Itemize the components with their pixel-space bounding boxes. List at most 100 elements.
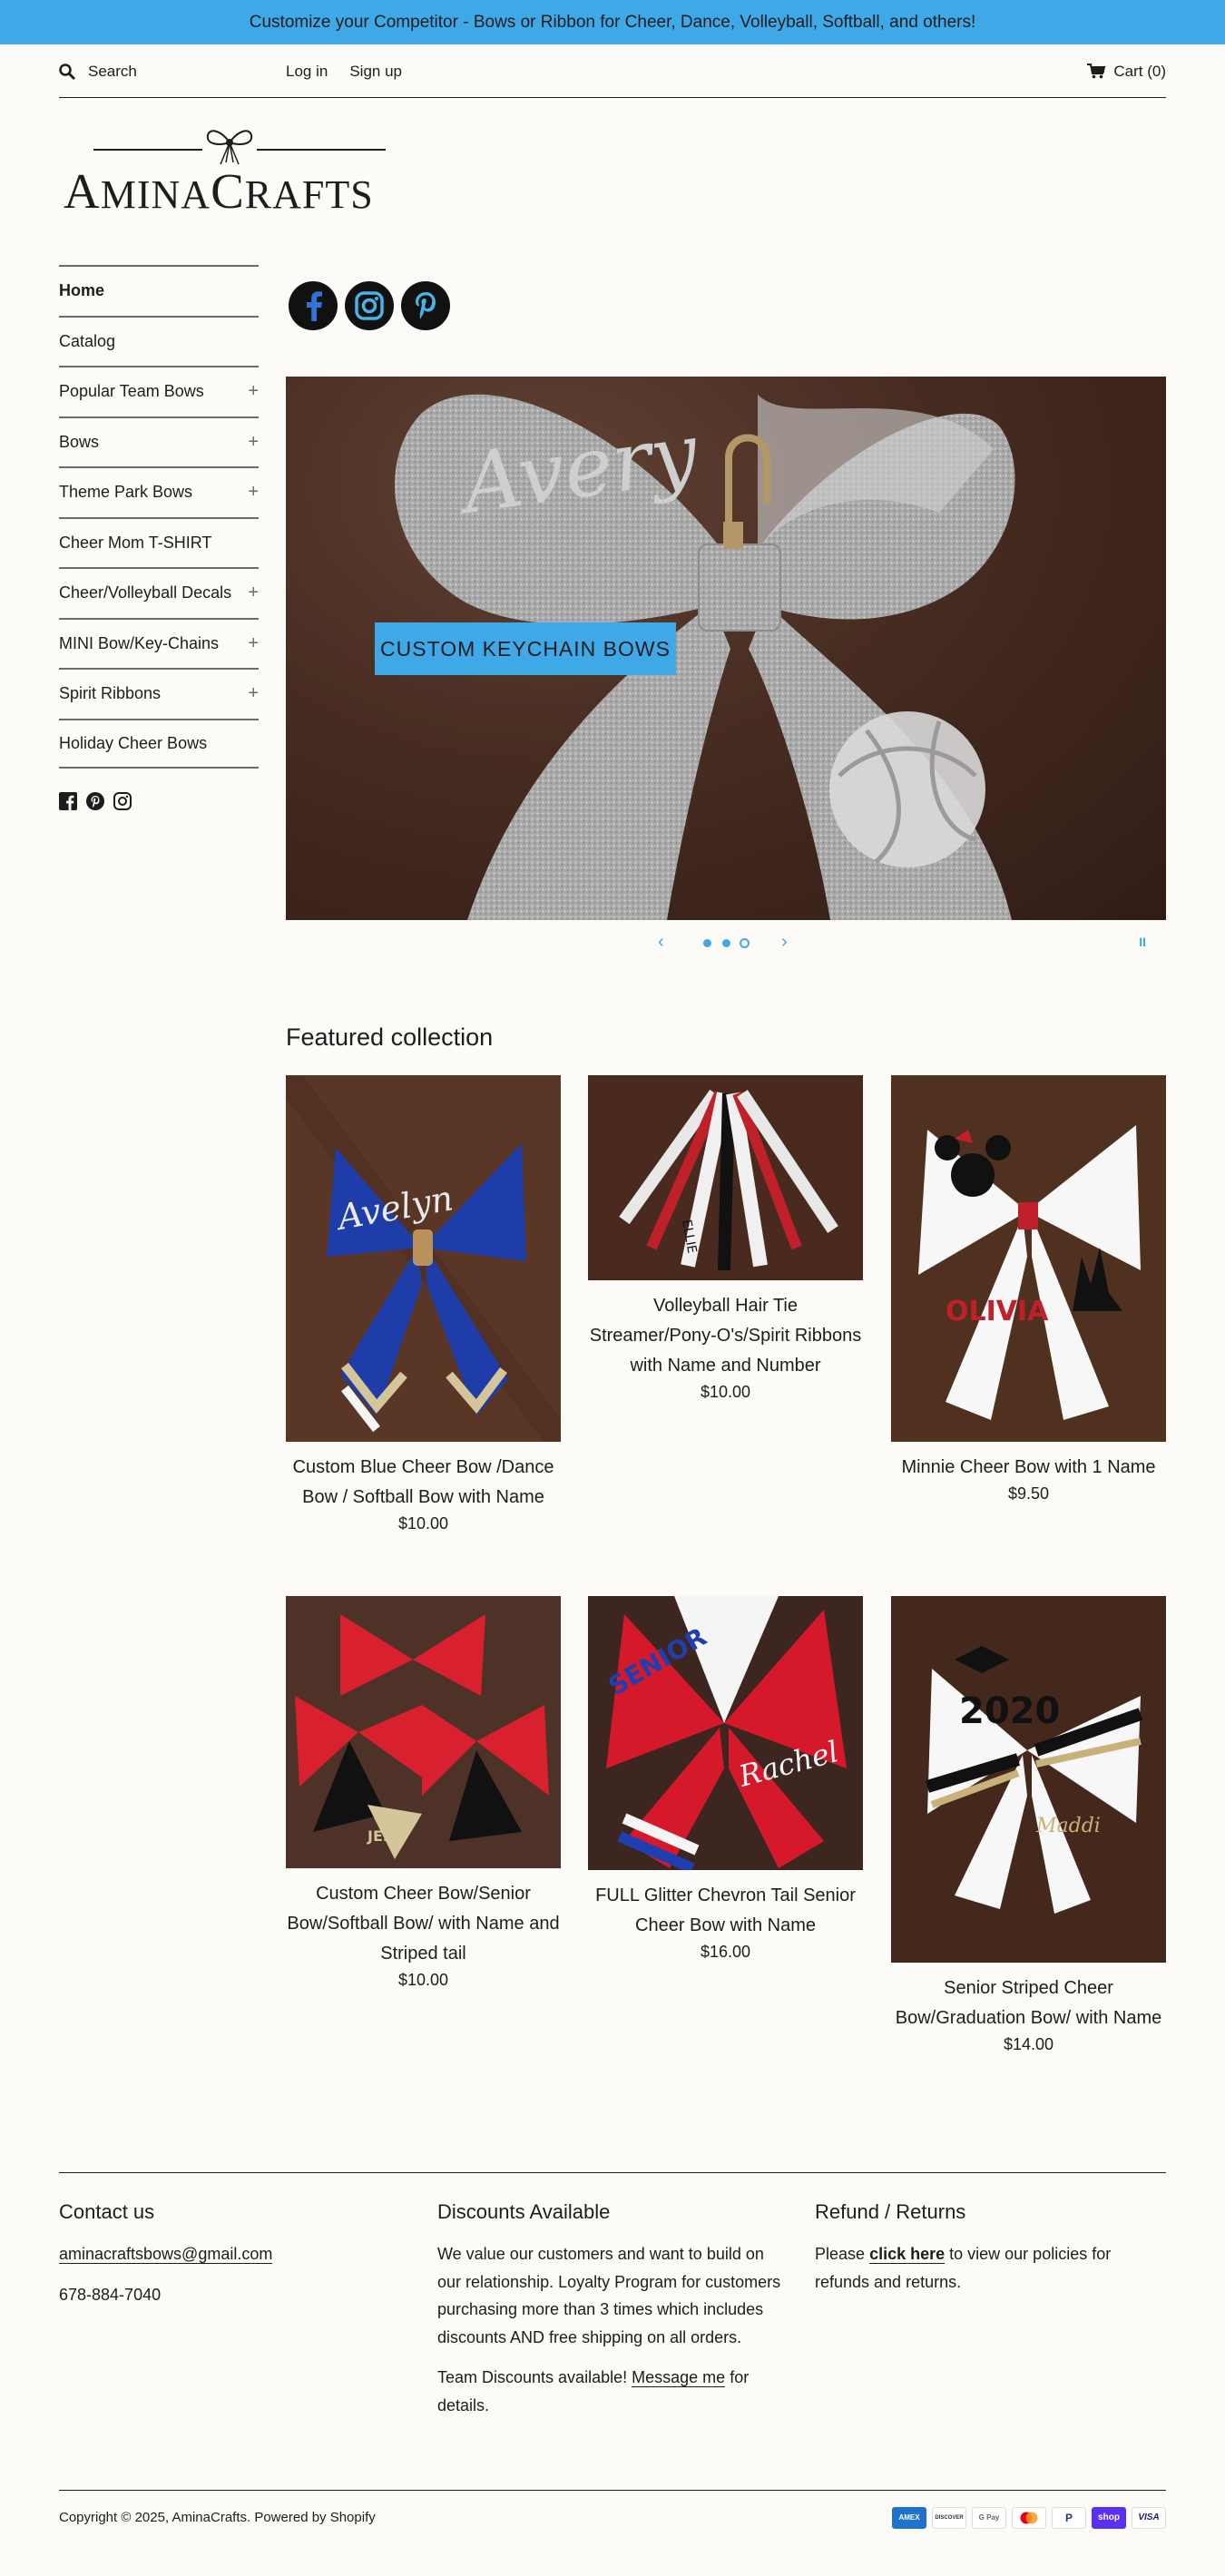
instagram-link[interactable] [345, 281, 394, 330]
product-card[interactable]: 2020 Maddi Senior Striped Cheer Bow/Grad… [891, 1596, 1166, 2054]
sidebar-item-holiday-bows[interactable]: Holiday Cheer Bows [59, 718, 259, 769]
expand-icon[interactable]: + [248, 381, 259, 402]
copyright: Copyright © 2025, AminaCrafts. Powered b… [59, 2510, 376, 2525]
product-name[interactable]: FULL Glitter Chevron Tail Senior Cheer B… [588, 1881, 863, 1941]
product-name[interactable]: Custom Cheer Bow/Senior Bow/Softball Bow… [286, 1879, 561, 1969]
search-input[interactable] [88, 62, 260, 81]
announcement-bar[interactable]: Customize your Competitor - Bows or Ribb… [0, 0, 1225, 44]
pinterest-icon[interactable] [86, 792, 104, 810]
team-discount-text: Team Discounts available! Message me for… [437, 2368, 750, 2414]
sidebar-item-popular-team-bows[interactable]: Popular Team Bows + [59, 366, 259, 416]
sidebar-item-cheer-mom-tshirt[interactable]: Cheer Mom T-SHIRT [59, 516, 259, 568]
sidebar-item-mini-bows[interactable]: MINI Bow/Key-Chains + [59, 617, 259, 669]
cart-label: Cart (0) [1113, 62, 1166, 80]
product-name[interactable]: Senior Striped Cheer Bow/Graduation Bow/… [891, 1974, 1166, 2033]
search-form[interactable] [59, 62, 286, 81]
announcement-text[interactable]: Customize your Competitor - Bows or Ribb… [250, 13, 976, 33]
search-icon[interactable] [59, 63, 75, 80]
pinterest-link[interactable] [401, 281, 450, 330]
pinterest-icon [416, 292, 436, 319]
cart-link[interactable]: Cart (0) [1087, 63, 1166, 81]
product-image[interactable]: Avelyn [286, 1075, 561, 1442]
footer-discounts: Discounts Available We value our custome… [437, 2200, 791, 2419]
product-card[interactable]: OLIVIA Minnie Cheer Bow with 1 Name $9.5… [891, 1075, 1166, 1503]
product-image[interactable]: ELLIE [588, 1075, 863, 1280]
expand-icon[interactable]: + [248, 583, 259, 603]
amex-icon: AMEX [892, 2506, 926, 2529]
product-price: $9.50 [1007, 1484, 1050, 1503]
footer-heading: Contact us [59, 2200, 155, 2223]
product-card[interactable]: SENIOR Rachel FULL Glitter Chevron Tail … [588, 1596, 863, 1962]
product-name[interactable]: Custom Blue Cheer Bow /Dance Bow / Softb… [286, 1453, 561, 1513]
product-price: $10.00 [397, 1971, 449, 1989]
expand-icon[interactable]: + [248, 432, 259, 453]
visa-icon: VISA [1132, 2506, 1166, 2529]
site-logo[interactable]: AMINACRAFTS [59, 122, 404, 222]
email-link[interactable]: aminacraftsbows@gmail.com [59, 2245, 273, 2264]
product-name[interactable]: Minnie Cheer Bow with 1 Name [891, 1453, 1166, 1483]
sidebar-item-bows[interactable]: Bows + [59, 416, 259, 467]
next-slide-button[interactable]: › [781, 932, 788, 953]
expand-icon[interactable]: + [248, 683, 259, 704]
discounts-text: We value our customers and want to build… [437, 2245, 781, 2346]
product-card[interactable]: ELLIE Volleyball Hair Tie Streamer/Pony-… [588, 1075, 863, 1402]
refund-text: Please click here to view our policies f… [815, 2245, 1112, 2291]
sidebar-item-home[interactable]: Home [59, 265, 259, 316]
product-image[interactable]: JELLY [286, 1596, 561, 1868]
facebook-link[interactable] [289, 281, 338, 330]
footer-bottom: Copyright © 2025, AminaCrafts. Powered b… [59, 2490, 1166, 2544]
slider-controls: ‹ › II [286, 930, 1166, 955]
product-image[interactable]: 2020 Maddi [891, 1596, 1166, 1963]
product-card[interactable]: JELLY Custom Cheer Bow/Senior Bow/Softba… [286, 1596, 561, 1990]
product-image[interactable]: OLIVIA [891, 1075, 1166, 1442]
discover-icon: DISCOVER [932, 2506, 966, 2529]
bow-icon [206, 130, 253, 165]
payment-icons: AMEX DISCOVER G Pay P shop VISA [892, 2506, 1166, 2529]
sidebar-item-spirit-ribbons[interactable]: Spirit Ribbons + [59, 668, 259, 719]
footer-heading: Discounts Available [437, 2200, 611, 2223]
sidebar-social [59, 792, 132, 810]
hero-slideshow[interactable]: Avery CUSTOM KEYCHAIN BOWS [286, 377, 1166, 920]
sidebar-item-theme-park-bows[interactable]: Theme Park Bows + [59, 466, 259, 517]
brand-link[interactable]: AminaCrafts [172, 2510, 247, 2525]
paypal-icon: P [1052, 2506, 1086, 2529]
expand-icon[interactable]: + [248, 482, 259, 503]
hero-button[interactable]: CUSTOM KEYCHAIN BOWS [375, 622, 676, 675]
instagram-icon[interactable] [113, 792, 132, 810]
login-link[interactable]: Log in [286, 63, 328, 81]
svg-text:2020: 2020 [959, 1690, 1060, 1732]
top-bar: Log in Sign up Cart (0) [59, 45, 1166, 98]
facebook-icon [307, 291, 322, 321]
featured-collection-title: Featured collection [286, 1024, 494, 1051]
refund-policy-link[interactable]: click here [869, 2245, 946, 2264]
footer-heading: Refund / Returns [815, 2200, 966, 2223]
facebook-icon[interactable] [59, 792, 77, 810]
footer-refunds: Refund / Returns Please click here to vi… [815, 2200, 1166, 2296]
product-price: $10.00 [397, 1514, 449, 1533]
instagram-icon [355, 291, 384, 320]
product-name[interactable]: Volleyball Hair Tie Streamer/Pony-O's/Sp… [588, 1291, 863, 1381]
slide-dot-1[interactable] [703, 939, 711, 947]
product-card[interactable]: Avelyn Custom Blue Cheer Bow /Dance Bow … [286, 1075, 561, 1533]
pause-button[interactable]: II [1139, 935, 1146, 949]
phone-number: 678-884-7040 [59, 2285, 162, 2304]
slide-dot-2[interactable] [722, 939, 730, 947]
sidebar-item-decals[interactable]: Cheer/Volleyball Decals + [59, 567, 259, 618]
svg-text:JELLY: JELLY [367, 1827, 410, 1845]
shop-pay-icon: shop [1092, 2506, 1126, 2529]
sidebar-nav: Home Catalog Popular Team Bows + Bows + Th… [59, 265, 259, 769]
product-price: $16.00 [700, 1943, 751, 1961]
mastercard-icon [1012, 2506, 1046, 2529]
expand-icon[interactable]: + [248, 633, 259, 654]
prev-slide-button[interactable]: ‹ [658, 932, 664, 953]
product-image[interactable]: SENIOR Rachel [588, 1596, 863, 1870]
message-me-link[interactable]: Message me [632, 2368, 726, 2387]
footer-contact: Contact us aminacraftsbows@gmail.com 678… [59, 2200, 404, 2308]
product-price: $10.00 [700, 1383, 751, 1401]
signup-link[interactable]: Sign up [349, 63, 402, 81]
sidebar-item-catalog[interactable]: Catalog [59, 315, 259, 367]
cart-icon [1087, 64, 1106, 79]
logo-text: AMINACRAFTS [64, 163, 374, 219]
product-price: $14.00 [1003, 2035, 1054, 2053]
slide-dot-3-active[interactable] [740, 938, 750, 948]
